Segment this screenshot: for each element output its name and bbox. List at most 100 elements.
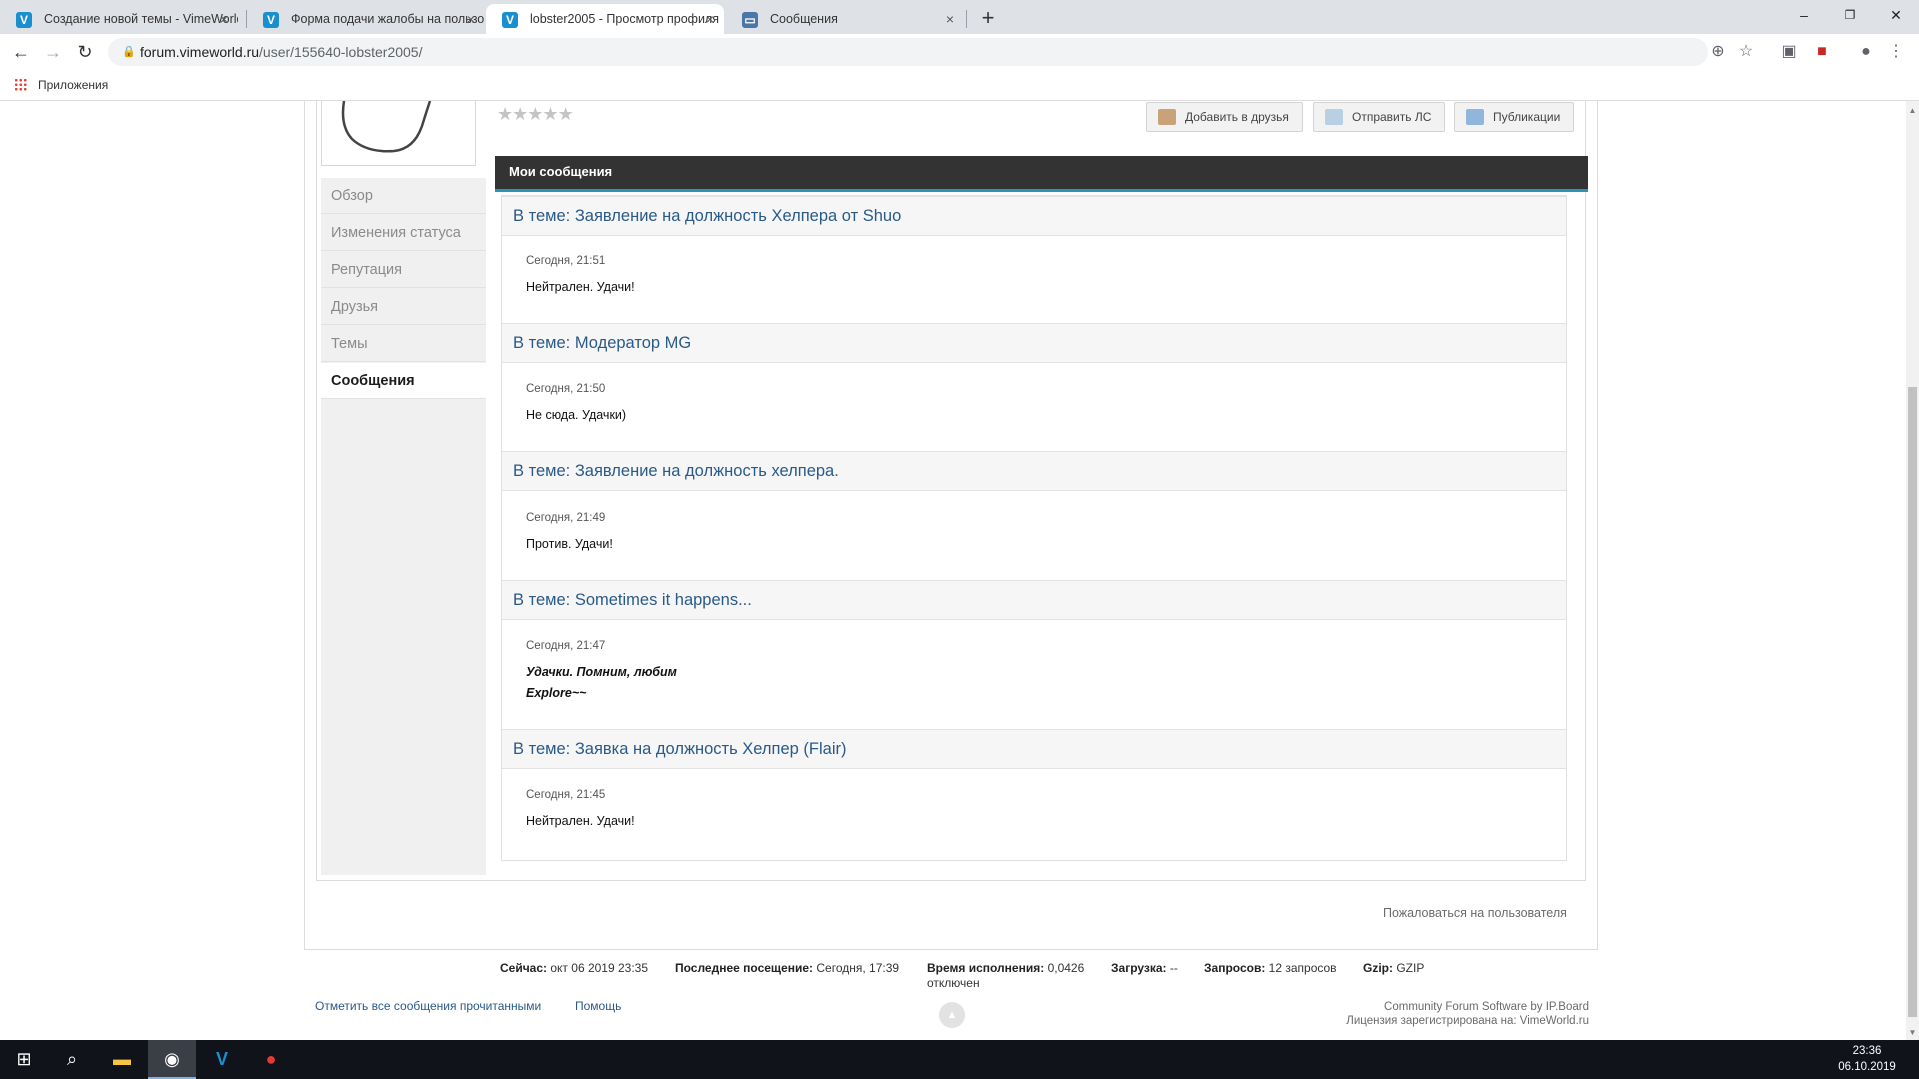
vimeworld-taskbar-icon[interactable]: V bbox=[198, 1040, 246, 1079]
sidebar-item-overview[interactable]: Обзор bbox=[321, 178, 486, 214]
report-user-link[interactable]: Пожаловаться на пользователя bbox=[1383, 906, 1567, 920]
star-icon[interactable]: ★ bbox=[558, 104, 574, 125]
vimeworld-favicon-icon: V bbox=[502, 12, 518, 28]
new-tab-button[interactable]: + bbox=[974, 4, 1002, 32]
stat-gzip-state: отключен bbox=[927, 976, 980, 990]
vimeworld-favicon-icon: V bbox=[16, 12, 32, 28]
publications-button[interactable]: Публикации bbox=[1454, 102, 1574, 132]
stat-label: Время исполнения: bbox=[927, 961, 1045, 975]
post-topic-link[interactable]: В теме: Заявление на должность Хелпера о… bbox=[502, 196, 1566, 236]
post-topic-link[interactable]: В теме: Заявление на должность хелпера. bbox=[502, 451, 1566, 491]
stat-gzip: Gzip: GZIP bbox=[1363, 961, 1424, 976]
apps-bookmark[interactable]: Приложения bbox=[38, 70, 108, 100]
credit-license: Лицензия зарегистрирована на: VimeWorld.… bbox=[1346, 1015, 1589, 1027]
windows-start-icon[interactable]: ⊞ bbox=[0, 1040, 48, 1079]
close-tab-icon[interactable]: × bbox=[220, 4, 228, 34]
star-icon[interactable]: ★ bbox=[512, 104, 528, 125]
browser-toolbar: ← → ↻ 🔒 forum.vimeworld.ru/user/155640-l… bbox=[0, 34, 1919, 70]
add-user-icon bbox=[1158, 109, 1176, 125]
post-body-line: Удачки. Помним, любим bbox=[526, 665, 677, 679]
zoom-icon[interactable]: ⊕ bbox=[1704, 38, 1732, 66]
avatar-image bbox=[341, 101, 432, 153]
credit-software-link[interactable]: Community Forum Software by IP.Board bbox=[1250, 1000, 1589, 1014]
scrollbar-thumb[interactable] bbox=[1908, 387, 1917, 1017]
close-tab-icon[interactable]: × bbox=[706, 4, 714, 34]
sidebar-item-topics[interactable]: Темы bbox=[321, 326, 486, 362]
add-friend-button[interactable]: Добавить в друзья bbox=[1146, 102, 1303, 132]
search-icon[interactable]: ⌕ bbox=[48, 1040, 96, 1079]
post-body: Не сюда. Удачки) bbox=[526, 408, 627, 422]
bookmarks-bar: Приложения bbox=[0, 70, 1919, 101]
scroll-up-icon[interactable]: ▲ bbox=[1906, 104, 1919, 117]
mark-all-read-link[interactable]: Отметить все сообщения прочитанными bbox=[315, 999, 541, 1013]
browser-tab-1[interactable]: V Создание новой темы - VimeWorld × bbox=[0, 4, 238, 34]
extension-icon[interactable]: ▣ bbox=[1775, 38, 1803, 66]
stat-value: 0,0426 bbox=[1047, 961, 1085, 975]
url-path: /user/155640-lobster2005/ bbox=[259, 44, 423, 60]
taskbar-clock[interactable]: 23:36 06.10.2019 bbox=[1827, 1043, 1907, 1075]
chat-favicon-icon: ▭ bbox=[742, 12, 758, 28]
restore-button[interactable]: ❐ bbox=[1827, 0, 1873, 30]
url-text[interactable]: forum.vimeworld.ru/user/155640-lobster20… bbox=[140, 38, 422, 66]
post-date: Сегодня, 21:49 bbox=[526, 512, 606, 524]
post-topic-link[interactable]: В теме: Модератор MG bbox=[502, 323, 1566, 363]
windows-taskbar: ⊞ ⌕ ▬ ◉ V ● 23:36 06.10.2019 bbox=[0, 1040, 1919, 1079]
browser-tab-3-active[interactable]: V lobster2005 - Просмотр профиля × bbox=[486, 4, 724, 34]
star-icon[interactable]: ★ bbox=[542, 104, 558, 125]
vimeworld-favicon-icon: V bbox=[263, 12, 279, 28]
bookmark-star-icon[interactable]: ☆ bbox=[1732, 38, 1760, 66]
post-date: Сегодня, 21:51 bbox=[526, 255, 606, 267]
sidebar-item-posts[interactable]: Сообщения bbox=[321, 363, 486, 399]
browser-tab-4[interactable]: ▭ Сообщения × bbox=[726, 4, 964, 34]
post-body-line: Explore~~ bbox=[526, 686, 587, 700]
stat-now: Сейчас: окт 06 2019 23:35 bbox=[500, 961, 648, 976]
reload-icon[interactable]: ↻ bbox=[70, 34, 100, 70]
lock-icon: 🔒 bbox=[122, 46, 136, 58]
footer-credit: Community Forum Software by IP.Board Лиц… bbox=[1250, 1000, 1589, 1028]
rating-stars[interactable]: ★★★★★ bbox=[497, 104, 574, 125]
apps-grid-icon[interactable] bbox=[14, 78, 27, 91]
add-friend-label: Добавить в друзья bbox=[1185, 110, 1289, 124]
star-icon[interactable]: ★ bbox=[497, 104, 513, 125]
post-date: Сегодня, 21:47 bbox=[526, 640, 606, 652]
stat-value: GZIP bbox=[1396, 961, 1425, 975]
stat-label: Запросов: bbox=[1204, 961, 1266, 975]
send-pm-button[interactable]: Отправить ЛС bbox=[1313, 102, 1445, 132]
profile-sidebar: Обзор Изменения статуса Репутация Друзья… bbox=[321, 178, 486, 875]
post-body: Нейтрален. Удачи! bbox=[526, 814, 635, 828]
scroll-down-icon[interactable]: ▼ bbox=[1906, 1026, 1919, 1039]
back-arrow-icon[interactable]: ← bbox=[6, 34, 36, 70]
sidebar-item-reputation[interactable]: Репутация bbox=[321, 252, 486, 288]
url-host: forum.vimeworld.ru bbox=[140, 44, 260, 60]
recorder-taskbar-icon[interactable]: ● bbox=[247, 1040, 295, 1079]
scroll-to-top-button[interactable]: ▲ bbox=[939, 1002, 965, 1028]
stat-value: 12 запросов bbox=[1268, 961, 1337, 975]
sidebar-item-friends[interactable]: Друзья bbox=[321, 289, 486, 325]
sidebar-item-status-updates[interactable]: Изменения статуса bbox=[321, 215, 486, 251]
chrome-taskbar-icon[interactable]: ◉ bbox=[148, 1040, 196, 1079]
post-date: Сегодня, 21:45 bbox=[526, 789, 606, 801]
avatar bbox=[321, 101, 476, 166]
close-tab-icon[interactable]: × bbox=[946, 4, 954, 34]
profile-avatar-icon[interactable]: ● bbox=[1852, 38, 1880, 66]
menu-kebab-icon[interactable]: ⋮ bbox=[1882, 38, 1910, 66]
close-tab-icon[interactable]: × bbox=[467, 4, 475, 34]
envelope-icon bbox=[1325, 109, 1343, 125]
minimize-button[interactable]: – bbox=[1781, 0, 1827, 30]
help-link[interactable]: Помощь bbox=[575, 999, 621, 1013]
post-body: Против. Удачи! bbox=[526, 537, 613, 551]
extension-red-icon[interactable]: ■ bbox=[1808, 38, 1836, 66]
close-window-button[interactable]: ✕ bbox=[1873, 0, 1919, 30]
send-pm-label: Отправить ЛС bbox=[1352, 110, 1432, 124]
post-topic-link[interactable]: В теме: Заявка на должность Хелпер (Flai… bbox=[502, 729, 1566, 769]
address-bar[interactable]: 🔒 forum.vimeworld.ru/user/155640-lobster… bbox=[108, 38, 1753, 66]
document-icon bbox=[1466, 109, 1484, 125]
browser-tab-2[interactable]: V Форма подачи жалобы на пользователя × bbox=[247, 4, 485, 34]
star-icon[interactable]: ★ bbox=[527, 104, 543, 125]
post-topic-link[interactable]: В теме: Sometimes it happens... bbox=[502, 580, 1566, 620]
section-header: Мои сообщения bbox=[495, 156, 1588, 192]
stat-label: Загрузка: bbox=[1111, 961, 1167, 975]
forward-arrow-icon[interactable]: → bbox=[38, 34, 68, 70]
file-explorer-icon[interactable]: ▬ bbox=[98, 1040, 146, 1079]
post-body: Нейтрален. Удачи! bbox=[526, 280, 635, 294]
